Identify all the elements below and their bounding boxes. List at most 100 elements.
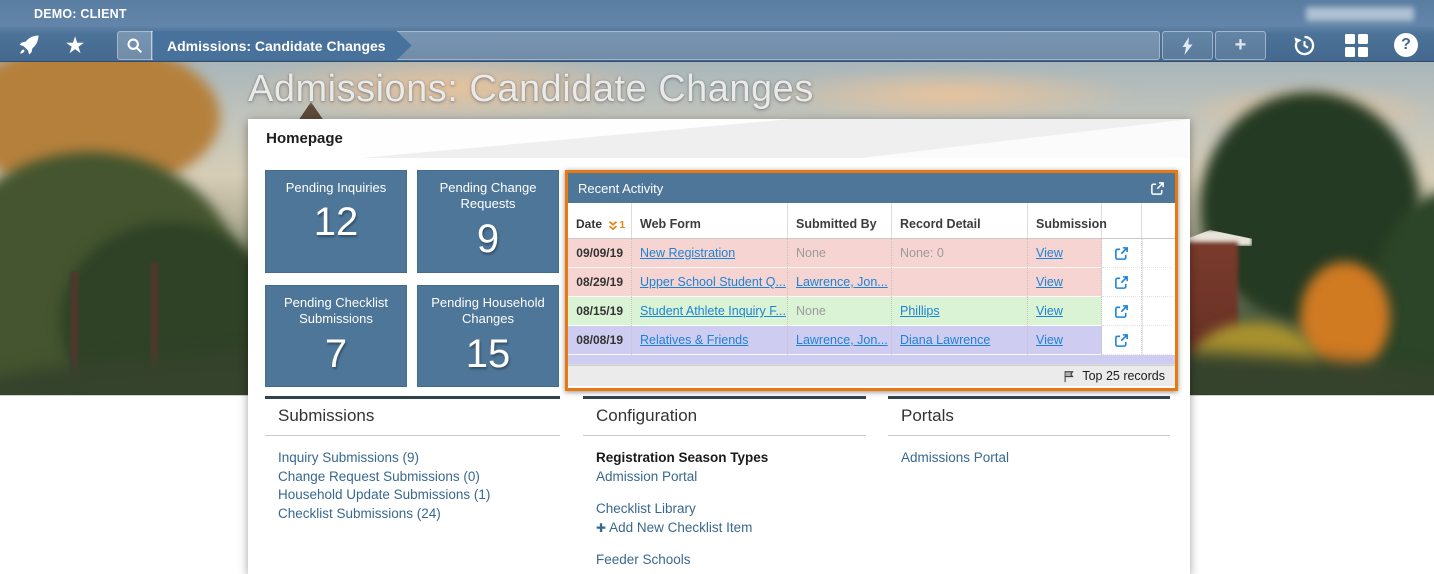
rocket-icon [17, 33, 41, 57]
web-form-link[interactable]: Relatives & Friends [640, 333, 748, 347]
link-change-request-submissions[interactable]: Change Request Submissions (0) [278, 468, 547, 486]
record-detail-link[interactable]: Diana Lawrence [900, 333, 990, 347]
star-icon: ★ [64, 31, 86, 58]
favorites-button[interactable]: ★ [60, 31, 90, 59]
external-link-icon[interactable] [1114, 246, 1129, 261]
page-title: Admissions: Candidate Changes [248, 68, 814, 110]
app-switcher-button[interactable] [1340, 29, 1372, 61]
cell-web-form: Student Athlete Inquiry F... [632, 297, 788, 326]
cell-open-record [1102, 239, 1142, 268]
user-badge-blurred [1306, 7, 1414, 21]
plus-icon: ✚ [596, 520, 607, 535]
environment-label: DEMO: CLIENT [34, 7, 127, 21]
link-add-new-checklist-item[interactable]: ✚ Add New Checklist Item [596, 519, 853, 537]
section-title: Configuration [583, 399, 866, 436]
top-bar: DEMO: CLIENT ★ Admissions: Candidate Cha… [0, 0, 1434, 62]
section-portals: Portals Admissions Portal [888, 396, 1170, 574]
cell-date: 08/08/19 [568, 326, 632, 355]
quick-launch-button[interactable] [14, 31, 44, 59]
section-title: Submissions [265, 399, 560, 436]
link-checklist-submissions[interactable]: Checklist Submissions (24) [278, 505, 547, 523]
tile-pending-checklist-submissions[interactable]: Pending Checklist Submissions 7 [265, 285, 407, 387]
tile-value: 7 [324, 331, 348, 376]
table-header-row: Date 1 Web Form Submitted By Record Deta… [568, 203, 1175, 239]
column-header-submitted-by[interactable]: Submitted By [788, 203, 892, 238]
tile-value: 9 [476, 216, 500, 261]
cell-web-form: New Registration [632, 239, 788, 268]
table-footer: Top 25 records [568, 365, 1175, 386]
cell-web-form: Upper School Student Q... [632, 268, 788, 297]
column-header-actions [1102, 203, 1142, 238]
link-inquiry-submissions[interactable]: Inquiry Submissions (9) [278, 449, 547, 467]
tile-value: 15 [465, 331, 511, 376]
cell-record-detail [892, 268, 1028, 297]
tile-pending-inquiries[interactable]: Pending Inquiries 12 [265, 170, 407, 273]
link-admissions-portal[interactable]: Admissions Portal [901, 449, 1157, 467]
table-row: 09/09/19 New Registration None None: 0 V… [568, 239, 1175, 268]
tile-pending-change-requests[interactable]: Pending Change Requests 9 [417, 170, 559, 273]
breadcrumb[interactable]: Admissions: Candidate Changes [153, 31, 412, 60]
sort-indicator-icon: 1 [608, 220, 625, 231]
table-row: 08/08/19 Relatives & Friends Lawrence, J… [568, 326, 1175, 355]
view-link[interactable]: View [1036, 304, 1063, 318]
tile-label: Pending Checklist Submissions [283, 295, 389, 327]
cell-record-detail: Diana Lawrence [892, 326, 1028, 355]
recent-activity-panel: Recent Activity Date 1 Web Form Submitte… [565, 170, 1178, 391]
external-link-icon[interactable] [1114, 275, 1129, 290]
cloud-shape [760, 67, 1140, 122]
tile-label: Pending Household Changes [431, 295, 545, 327]
quick-actions-button[interactable] [1162, 31, 1213, 60]
link-admission-portal[interactable]: Admission Portal [596, 468, 853, 486]
plus-icon: + [1234, 34, 1247, 56]
table-scrollbar-column [1142, 326, 1172, 355]
link-household-update-submissions[interactable]: Household Update Submissions (1) [278, 486, 547, 504]
cell-submitted-by: Lawrence, Jon... [788, 268, 892, 297]
web-form-link[interactable]: Student Athlete Inquiry F... [640, 304, 786, 318]
external-link-icon[interactable] [1114, 304, 1129, 319]
cell-open-record [1102, 326, 1142, 355]
view-link[interactable]: View [1036, 246, 1063, 260]
cell-submission: View [1028, 326, 1102, 355]
web-form-link[interactable]: New Registration [640, 246, 735, 260]
table-scrollbar-column [1142, 239, 1172, 268]
view-link[interactable]: View [1036, 275, 1063, 289]
cell-submitted-by: Lawrence, Jon... [788, 326, 892, 355]
cell-submitted-by: None [788, 297, 892, 326]
section-title: Portals [888, 399, 1170, 436]
cell-date: 08/15/19 [568, 297, 632, 326]
view-link[interactable]: View [1036, 333, 1063, 347]
cell-submission: View [1028, 297, 1102, 326]
help-button[interactable]: ? [1390, 29, 1422, 61]
external-link-icon[interactable] [1114, 333, 1129, 348]
link-checklist-library[interactable]: Checklist Library [596, 500, 853, 518]
cell-submitted-by: None [788, 239, 892, 268]
submitted-by-link[interactable]: Lawrence, Jon... [796, 333, 888, 347]
column-header-web-form[interactable]: Web Form [632, 203, 788, 238]
search-button[interactable] [117, 31, 152, 60]
tile-pending-household-changes[interactable]: Pending Household Changes 15 [417, 285, 559, 387]
record-detail-link[interactable]: Phillips [900, 304, 940, 318]
table-scrollbar-column [1142, 297, 1172, 326]
column-header-record-detail[interactable]: Record Detail [892, 203, 1028, 238]
help-icon: ? [1394, 33, 1418, 57]
tab-homepage[interactable]: Homepage [248, 119, 361, 158]
registration-season-types-heading: Registration Season Types [596, 450, 769, 465]
content-card: Homepage Pending Inquiries 12 Pending Ch… [248, 119, 1190, 574]
tabstrip-decoration [361, 119, 791, 158]
submitted-by-link[interactable]: Lawrence, Jon... [796, 275, 888, 289]
cell-open-record [1102, 268, 1142, 297]
history-icon [1292, 33, 1317, 58]
add-button[interactable]: + [1215, 31, 1266, 60]
web-form-link[interactable]: Upper School Student Q... [640, 275, 786, 289]
cell-date: 08/29/19 [568, 268, 632, 297]
column-header-date[interactable]: Date 1 [568, 203, 632, 238]
tile-value: 12 [313, 200, 359, 245]
column-header-submission[interactable]: Submission [1028, 203, 1107, 238]
link-feeder-schools[interactable]: Feeder Schools [596, 551, 853, 569]
tile-label: Pending Change Requests [439, 180, 537, 212]
popout-button[interactable] [1150, 181, 1165, 196]
cell-submission: View [1028, 239, 1102, 268]
history-button[interactable] [1288, 29, 1320, 61]
search-icon [126, 37, 143, 54]
